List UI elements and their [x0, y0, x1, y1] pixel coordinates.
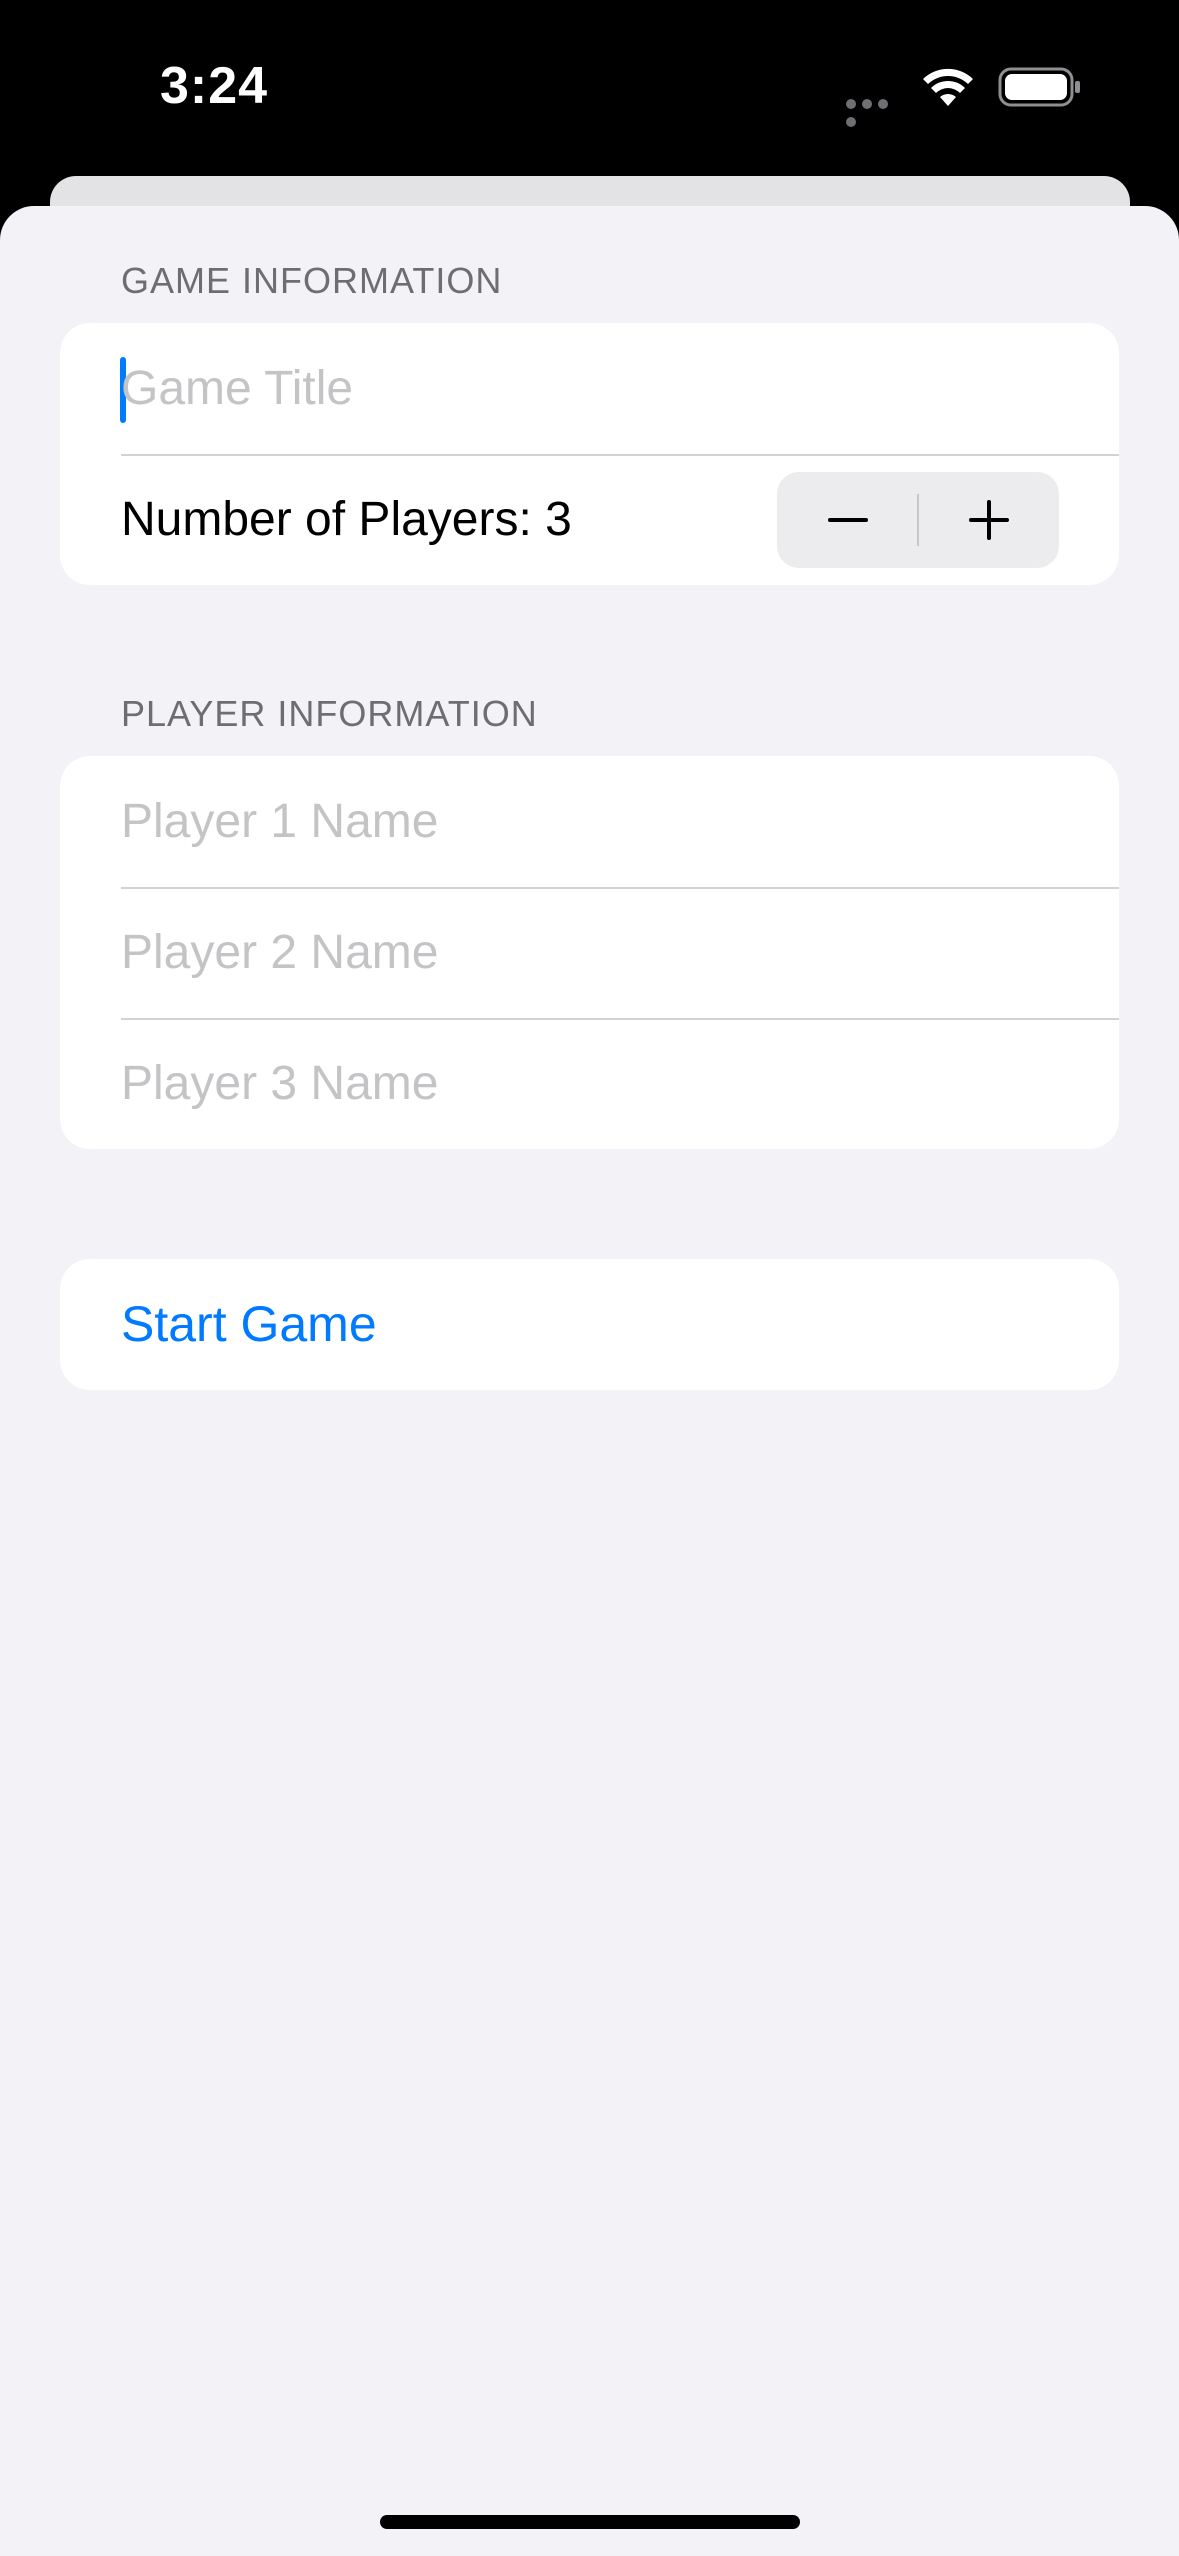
- start-game-card: Start Game: [60, 1259, 1119, 1390]
- status-bar: 3:24: [0, 0, 1179, 176]
- decrement-button[interactable]: [777, 472, 918, 568]
- minus-icon: [828, 518, 868, 522]
- wifi-icon: [923, 68, 973, 106]
- player-2-row: [60, 887, 1119, 1018]
- start-game-button[interactable]: Start Game: [121, 1259, 377, 1390]
- number-of-players-label: Number of Players: 3: [121, 493, 572, 546]
- game-title-input[interactable]: [121, 323, 1081, 454]
- battery-icon: [998, 67, 1080, 107]
- player-2-name-input[interactable]: [121, 887, 1081, 1018]
- game-information-card: Number of Players: 3: [60, 323, 1119, 585]
- home-indicator: [380, 2515, 800, 2529]
- player-information-card: [60, 756, 1119, 1149]
- player-information-header: PLAYER INFORMATION: [121, 693, 538, 734]
- signal-dots-icon: [846, 96, 906, 127]
- number-of-players-row: Number of Players: 3: [60, 454, 1119, 585]
- player-3-name-input[interactable]: [121, 1018, 1081, 1149]
- start-game-row: Start Game: [60, 1259, 1119, 1390]
- status-time: 3:24: [160, 57, 269, 115]
- players-stepper: [777, 472, 1059, 568]
- player-3-row: [60, 1018, 1119, 1149]
- player-1-row: [60, 756, 1119, 887]
- player-1-name-input[interactable]: [121, 756, 1081, 887]
- game-information-header: GAME INFORMATION: [121, 260, 503, 301]
- plus-icon: [969, 500, 1009, 540]
- game-title-row: [60, 323, 1119, 454]
- form-sheet: GAME INFORMATION Number of Players: 3: [0, 206, 1179, 2556]
- increment-button[interactable]: [918, 472, 1059, 568]
